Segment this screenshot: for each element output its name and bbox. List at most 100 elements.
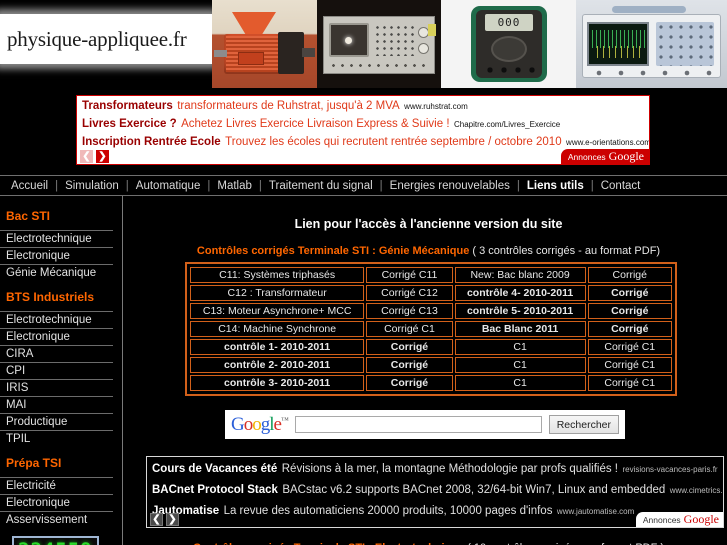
cell-exam-correction[interactable]: Corrigé C1 — [587, 375, 672, 391]
cell-exam-correction[interactable]: Corrigé — [587, 285, 672, 301]
cell-control[interactable]: contrôle 2- 2010-2011 — [190, 357, 365, 373]
cell-control[interactable]: C14: Machine Synchrone — [190, 321, 365, 337]
nav-item-simulation[interactable]: Simulation — [58, 180, 126, 192]
ad-entry[interactable]: BACnet Protocol Stack BACstac v6.2 suppo… — [147, 478, 723, 499]
ads-badge-word2: Google — [683, 512, 719, 526]
cell-exam-correction[interactable]: Corrigé — [587, 303, 672, 319]
cell-correction[interactable]: Corrigé C13 — [366, 303, 453, 319]
sidebar-item-iris[interactable]: IRIS — [0, 379, 113, 396]
cell-correction[interactable]: Corrigé — [366, 375, 453, 391]
section-title-text[interactable]: Contrôles corrigés Terminale STI : Génie… — [197, 245, 469, 257]
search-input[interactable] — [294, 416, 542, 433]
ad-description: Achetez Livres Exercice Livraison Expres… — [181, 118, 450, 130]
ads-badge-word2: Google — [608, 149, 644, 163]
cell-exam[interactable]: Bac Blanc 2011 — [454, 321, 586, 337]
next-arrow-icon[interactable]: ❯ — [96, 150, 109, 163]
multimeter-display-value: 000 — [497, 16, 521, 29]
sidebar-item-genie-mecanique[interactable]: Génie Mécanique — [0, 264, 113, 281]
sidebar-item-electrotechnique-bts[interactable]: Electrotechnique — [0, 311, 113, 328]
sidebar-item-mai[interactable]: MAI — [0, 396, 113, 413]
cell-exam[interactable]: contrôle 5- 2010-2011 — [454, 303, 586, 319]
prev-arrow-icon[interactable]: ❮ — [150, 513, 163, 526]
generator-photo — [317, 0, 441, 88]
sidebar-item-electronique-tsi[interactable]: Electronique — [0, 494, 113, 511]
sidebar-item-electronique[interactable]: Electronique — [0, 247, 113, 264]
google-logo-letter: g — [260, 413, 270, 435]
cell-control[interactable]: C12 : Transformateur — [190, 285, 365, 301]
google-ads-badge[interactable]: Annonces Google — [560, 149, 649, 164]
cell-exam[interactable]: contrôle 4- 2010-2011 — [454, 285, 586, 301]
google-logo-letter: o — [243, 413, 253, 435]
cell-exam-correction[interactable]: Corrigé C1 — [587, 357, 672, 373]
google-ads-badge[interactable]: Annonces Google — [635, 512, 723, 527]
cell-control[interactable]: C13: Moteur Asynchrone+ MCC — [190, 303, 365, 319]
visitor-counter-value: 224559 — [18, 539, 93, 545]
ad-url: www.cimetrics.c — [669, 486, 723, 495]
cell-correction[interactable]: Corrigé — [366, 339, 453, 355]
oscilloscope-handle-shape — [612, 6, 686, 13]
next-arrow-icon[interactable]: ❯ — [166, 513, 179, 526]
sidebar-divider — [122, 196, 123, 545]
nav-item-automatique[interactable]: Automatique — [129, 180, 208, 192]
prev-arrow-icon[interactable]: ❮ — [80, 150, 93, 163]
sidebar-item-electricite[interactable]: Electricité — [0, 477, 113, 494]
sidebar-item-cira[interactable]: CIRA — [0, 345, 113, 362]
google-search-bar: Google™ Rechercher — [225, 410, 625, 439]
cell-correction[interactable]: Corrigé — [366, 357, 453, 373]
ad-url: www.ruhstrat.com — [404, 102, 468, 111]
cell-exam-correction[interactable]: Corrigé — [587, 267, 672, 283]
cell-correction[interactable]: Corrigé C1 — [366, 321, 453, 337]
multimeter-dial-shape — [491, 36, 527, 62]
ad-entry[interactable]: Transformateurs transformateurs de Ruhst… — [77, 96, 649, 114]
ad-title[interactable]: BACnet Protocol Stack — [152, 484, 278, 496]
cell-exam[interactable]: New: Bac blanc 2009 — [454, 267, 586, 283]
sidebar-item-electrotechnique[interactable]: Electrotechnique — [0, 230, 113, 247]
motor-block-shape — [278, 32, 304, 74]
cell-control[interactable]: contrôle 3- 2010-2011 — [190, 375, 365, 391]
sidebar-item-electronique-bts[interactable]: Electronique — [0, 328, 113, 345]
table-row: contrôle 2- 2010-2011 Corrigé C1 Corrigé… — [190, 357, 672, 373]
cell-control[interactable]: C11: Systèmes triphasés — [190, 267, 365, 283]
nav-item-liens-utils[interactable]: Liens utils — [520, 180, 591, 192]
google-logo-trademark: ™ — [280, 415, 289, 425]
ad-description: BACstac v6.2 supports BACnet 2008, 32/64… — [282, 484, 666, 496]
cell-correction[interactable]: Corrigé C12 — [366, 285, 453, 301]
header-image-strip: 000 — [212, 0, 727, 88]
oscilloscope-feet-shape — [588, 70, 716, 76]
nav-item-accueil[interactable]: Accueil — [4, 180, 55, 192]
oscilloscope-waveform2-shape — [592, 46, 642, 58]
ad-title[interactable]: Livres Exercice ? — [82, 118, 177, 130]
site-logo[interactable]: physique-appliquee.fr — [0, 14, 212, 64]
nav-item-energies-renouvelables[interactable]: Energies renouvelables — [383, 180, 517, 192]
cell-control[interactable]: contrôle 1- 2010-2011 — [190, 339, 365, 355]
nav-item-contact[interactable]: Contact — [594, 180, 648, 192]
ad-title[interactable]: Cours de Vacances été — [152, 463, 277, 475]
section-title-electrotechnique: Contrôles corrigés Terminale STI : Elect… — [130, 528, 727, 545]
main-navigation: Accueil | Simulation | Automatique | Mat… — [0, 175, 727, 196]
sidebar-heading-bts-industriels: BTS Industriels — [6, 290, 95, 304]
ad-description: transformateurs de Ruhstrat, jusqu'à 2 M… — [177, 100, 400, 112]
cell-exam[interactable]: C1 — [454, 375, 586, 391]
cell-exam-correction[interactable]: Corrigé — [587, 321, 672, 337]
nav-item-matlab[interactable]: Matlab — [210, 180, 259, 192]
sidebar-item-cpi[interactable]: CPI — [0, 362, 113, 379]
ad-entry[interactable]: Livres Exercice ? Achetez Livres Exercic… — [77, 114, 649, 132]
ads-footer: ❮ ❯ Annonces Google — [147, 510, 723, 527]
cell-exam-correction[interactable]: Corrigé C1 — [587, 339, 672, 355]
cell-exam[interactable]: C1 — [454, 357, 586, 373]
cell-correction[interactable]: Corrigé C11 — [366, 267, 453, 283]
ad-entry[interactable]: Cours de Vacances été Révisions à la mer… — [147, 457, 723, 478]
sidebar-item-productique[interactable]: Productique — [0, 413, 113, 430]
multimeter-display: 000 — [485, 14, 533, 31]
search-button[interactable]: Rechercher — [548, 415, 619, 434]
sidebar-item-tpil[interactable]: TPIL — [0, 430, 113, 447]
motor-shaft-shape — [302, 48, 315, 57]
section-subtitle-text: ( 3 contrôles corrigés - au format PDF) — [472, 245, 661, 257]
ad-description: Révisions à la mer, la montagne Méthodol… — [281, 463, 618, 475]
ad-title[interactable]: Transformateurs — [82, 100, 173, 112]
motor-hopper-shape — [232, 12, 276, 36]
nav-item-traitement-du-signal[interactable]: Traitement du signal — [262, 180, 380, 192]
ads-badge-word1: Annonces — [567, 151, 606, 162]
sidebar-item-asservissement[interactable]: Asservissement — [0, 511, 113, 528]
cell-exam[interactable]: C1 — [454, 339, 586, 355]
